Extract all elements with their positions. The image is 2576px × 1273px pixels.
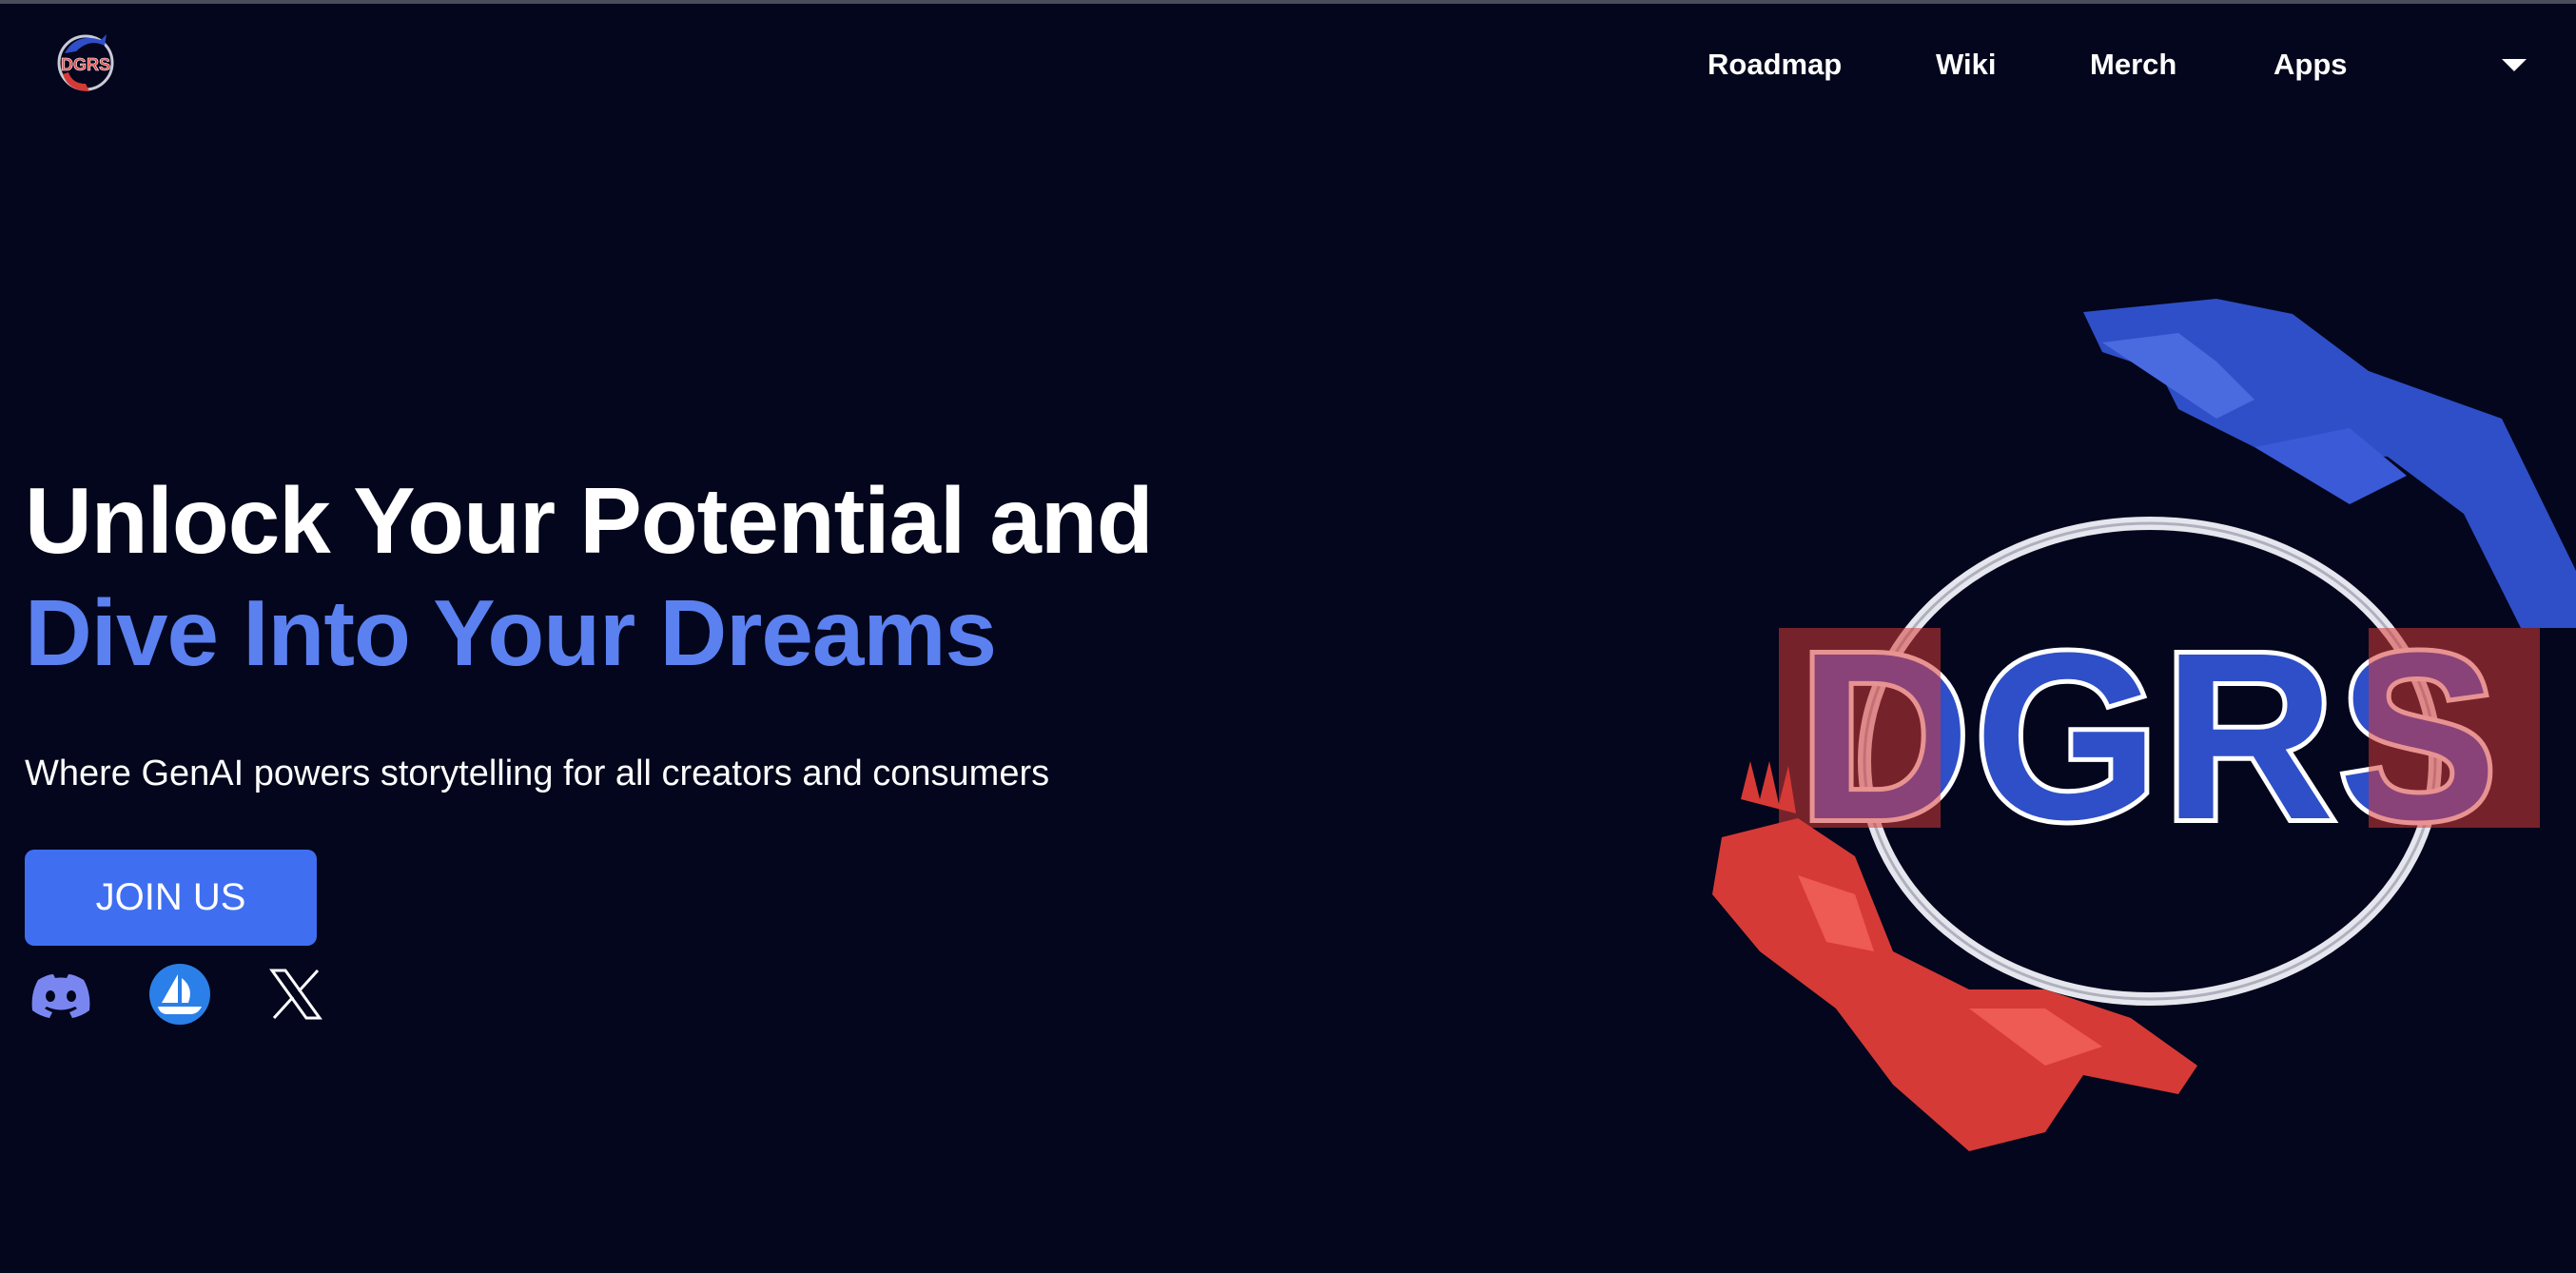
headline-line-2: Dive Into Your Dreams [25,580,997,685]
x-icon[interactable] [263,961,329,1028]
dgrs-logo[interactable]: DGRS [48,25,124,101]
discord-icon[interactable] [25,961,91,1028]
join-us-button[interactable]: JOIN US [25,850,317,946]
opensea-icon[interactable] [146,961,213,1028]
nav-merch[interactable]: Merch [2090,42,2176,88]
dgrs-hero-artwork: DGRS [1712,299,2576,1151]
nav-apps[interactable]: Apps [2274,42,2348,88]
headline-line-1: Unlock Your Potential and [25,468,1154,573]
logo-text: DGRS [61,55,110,74]
chevron-down-icon[interactable] [2500,55,2528,74]
hero-subtitle: Where GenAI powers storytelling for all … [25,754,1050,793]
nav-roadmap[interactable]: Roadmap [1708,42,1842,88]
nav-wiki[interactable]: Wiki [1936,42,1996,88]
window-top-border [0,0,2576,4]
hero-headline: Unlock Your Potential and Dive Into Your… [25,464,1154,689]
